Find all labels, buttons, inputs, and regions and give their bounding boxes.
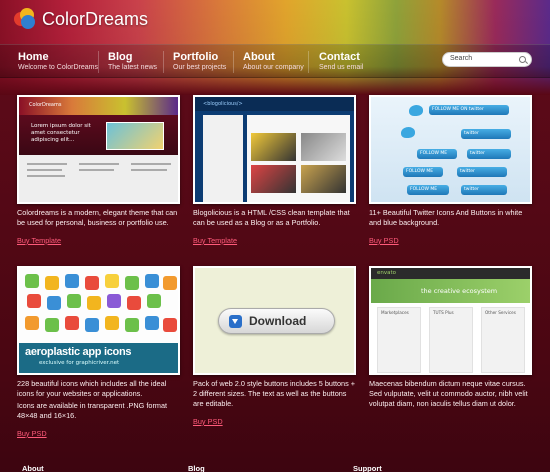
search-input[interactable]: Search bbox=[442, 52, 532, 67]
bird-icon bbox=[401, 127, 415, 138]
footer-about[interactable]: About bbox=[22, 464, 44, 472]
thumb-title: aeroplastic app icons bbox=[25, 346, 132, 358]
nav-item-sublabel: Send us email bbox=[319, 64, 364, 71]
thumb-logo: envato bbox=[377, 270, 397, 276]
logo-icon bbox=[14, 8, 36, 30]
thumb-slide-image bbox=[106, 122, 164, 150]
nav-divider bbox=[308, 51, 309, 73]
thumb-button: twitter bbox=[461, 129, 511, 139]
card-description: 228 beautiful icons which includes all t… bbox=[17, 379, 167, 398]
thumb-column-title: Marketplaces bbox=[381, 310, 409, 315]
nav-item-sublabel: The latest news bbox=[108, 64, 158, 71]
thumbnail-envato[interactable]: envato the creative ecosystem Marketplac… bbox=[369, 266, 532, 375]
card-description-extra: Icons are available in transparent .PNG … bbox=[17, 401, 168, 420]
thumbnail-download-button[interactable]: Download bbox=[193, 266, 356, 375]
nav-item-label: Contact bbox=[319, 51, 360, 63]
portfolio-card: aeroplastic app icons exclusive for grap… bbox=[17, 266, 180, 440]
card-description: 11+ Beautiful Twitter Icons And Buttons … bbox=[369, 208, 523, 227]
nav-item-sublabel: About our company bbox=[243, 64, 304, 71]
nav-item-blog[interactable]: Blog The latest news bbox=[108, 51, 157, 77]
thumb-sidebar bbox=[203, 115, 243, 202]
buy-template-link[interactable]: Buy Template bbox=[17, 236, 61, 245]
nav-item-contact[interactable]: Contact Send us email bbox=[319, 51, 363, 77]
card-description: Pack of web 2.0 style buttons includes 5… bbox=[193, 379, 356, 408]
thumb-button: twitter bbox=[467, 149, 511, 159]
logo[interactable]: ColorDreams bbox=[14, 6, 148, 32]
thumbnail-twitter-icons[interactable]: FOLLOW ME ON twitter twitter FOLLOW ME t… bbox=[369, 95, 532, 204]
thumb-tagline: the creative ecosystem bbox=[421, 287, 498, 295]
card-description: Colordreams is a modern, elegant theme t… bbox=[17, 208, 178, 227]
nav-item-home[interactable]: Home Welcome to ColorDreams bbox=[18, 51, 98, 77]
thumb-headline: Lorem ipsum dolor sit amet consectetur a… bbox=[31, 123, 91, 143]
download-icon bbox=[229, 315, 242, 328]
thumb-button: FOLLOW ME bbox=[417, 149, 457, 159]
nav-item-label: Blog bbox=[108, 51, 133, 63]
card-description: Blogolicious is a HTML /CSS clean templa… bbox=[193, 208, 350, 227]
nav-divider bbox=[163, 51, 164, 73]
thumbnail-colordreams[interactable]: ColorDreams Lorem ipsum dolor sit amet c… bbox=[17, 95, 180, 204]
search-icon[interactable] bbox=[519, 56, 526, 63]
download-button-preview: Download bbox=[218, 308, 335, 334]
logo-text: ColorDreams bbox=[42, 8, 149, 29]
nav-item-label: Home bbox=[18, 51, 49, 63]
portfolio-card: FOLLOW ME ON twitter twitter FOLLOW ME t… bbox=[369, 95, 532, 247]
thumb-column-title: TUTS Plus bbox=[433, 310, 454, 315]
thumb-column-title: Other Services bbox=[485, 310, 516, 315]
thumb-button: FOLLOW ME bbox=[403, 167, 443, 177]
nav-divider bbox=[233, 51, 234, 73]
thumb-button: FOLLOW ME ON twitter bbox=[429, 105, 509, 115]
nav-item-label: About bbox=[243, 51, 275, 63]
nav-item-sublabel: Our best projects bbox=[173, 64, 227, 71]
nav-item-label: Portfolio bbox=[173, 51, 219, 63]
buy-psd-link[interactable]: Buy PSD bbox=[369, 236, 399, 245]
thumb-button: twitter bbox=[457, 167, 507, 177]
portfolio-card: Download Pack of web 2.0 style buttons i… bbox=[193, 266, 356, 428]
thumb-button: FOLLOW ME bbox=[407, 185, 449, 195]
nav-divider bbox=[98, 51, 99, 73]
thumb-logo: <blogolicious/> bbox=[203, 101, 243, 107]
thumb-logo: ColorDreams bbox=[29, 102, 62, 108]
portfolio-card: envato the creative ecosystem Marketplac… bbox=[369, 266, 532, 409]
thumbnail-aeroplastic-icons[interactable]: aeroplastic app icons exclusive for grap… bbox=[17, 266, 180, 375]
search-placeholder: Search bbox=[450, 55, 473, 62]
footer-blog[interactable]: Blog bbox=[188, 464, 205, 472]
portfolio-card: <blogolicious/> Blogolicious is a HTML /… bbox=[193, 95, 356, 247]
download-label: Download bbox=[249, 314, 307, 328]
nav-item-portfolio[interactable]: Portfolio Our best projects bbox=[173, 51, 226, 77]
portfolio-card: ColorDreams Lorem ipsum dolor sit amet c… bbox=[17, 95, 180, 247]
buy-psd-link[interactable]: Buy PSD bbox=[193, 417, 223, 426]
footer-support[interactable]: Support bbox=[353, 464, 382, 472]
thumb-button: twitter bbox=[461, 185, 507, 195]
thumb-subtitle: exclusive for graphicriver.net bbox=[39, 360, 120, 366]
buy-template-link[interactable]: Buy Template bbox=[193, 236, 237, 245]
card-description: Maecenas bibendum dictum neque vitae cur… bbox=[369, 379, 528, 408]
nav-item-about[interactable]: About About our company bbox=[243, 51, 304, 77]
bird-icon bbox=[409, 105, 423, 116]
thumbnail-blogolicious[interactable]: <blogolicious/> bbox=[193, 95, 356, 204]
buy-psd-link[interactable]: Buy PSD bbox=[17, 429, 47, 438]
nav-item-sublabel: Welcome to ColorDreams bbox=[18, 64, 99, 71]
